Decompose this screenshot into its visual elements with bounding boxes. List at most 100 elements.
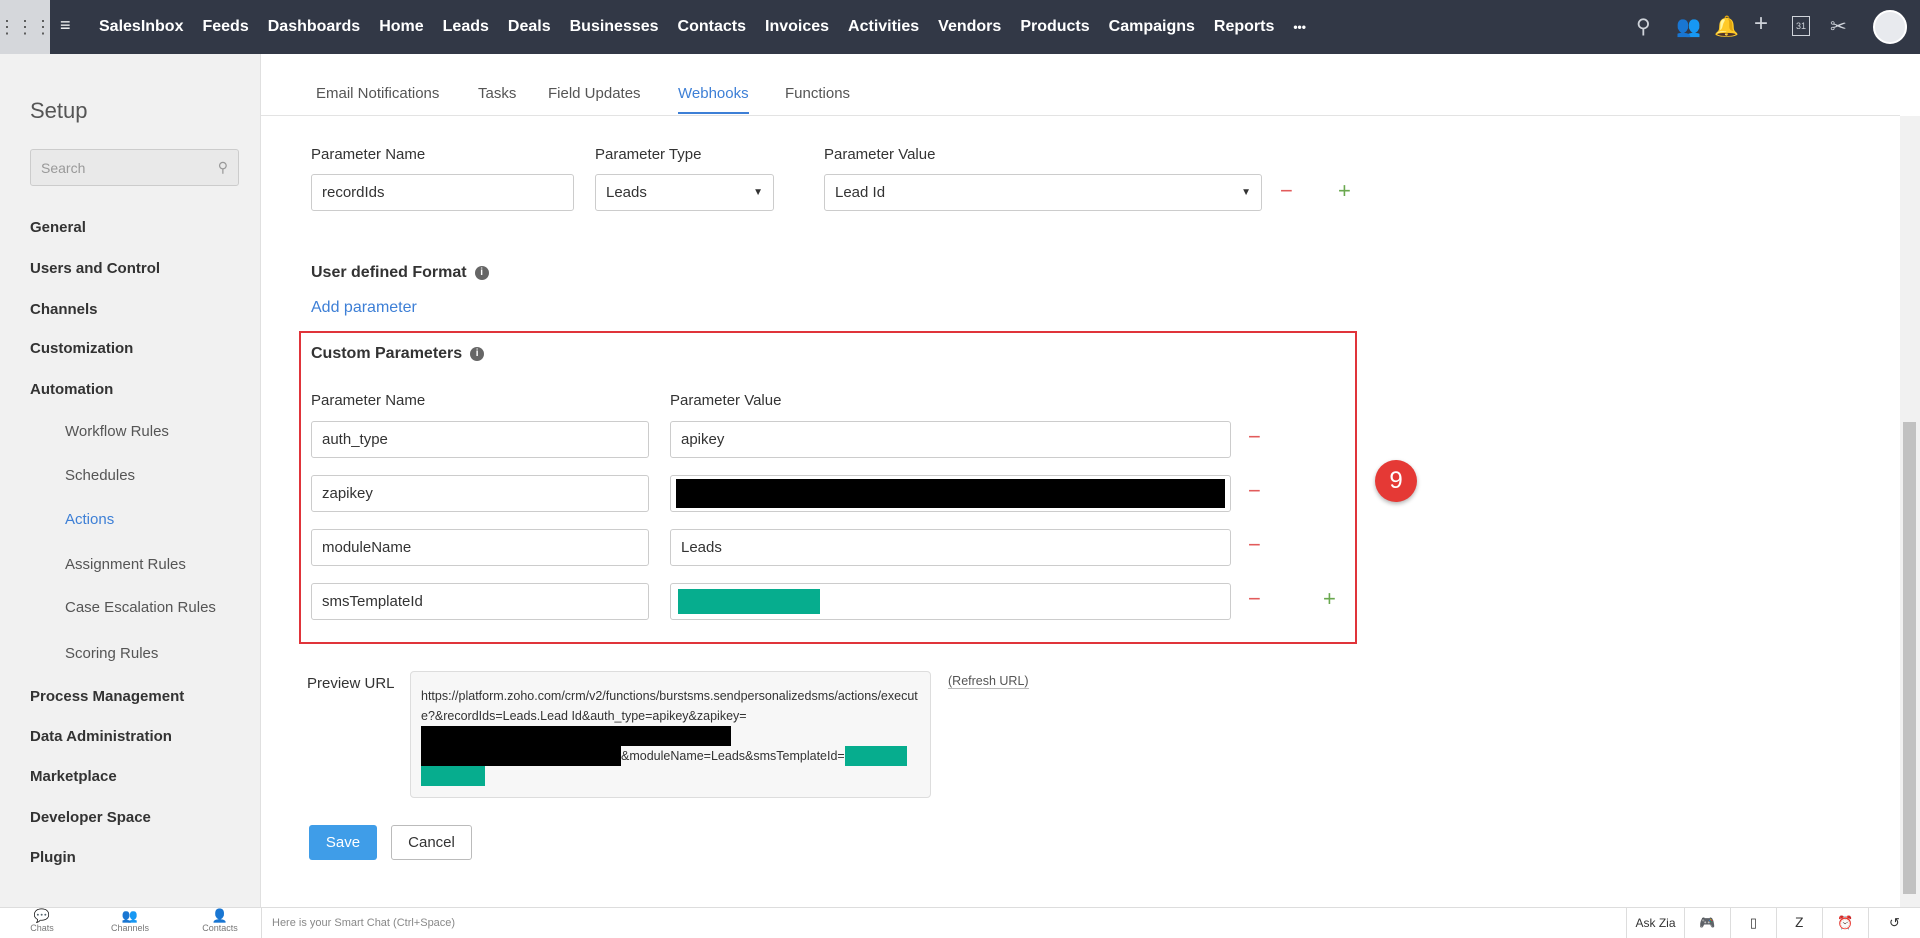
nav-vendors[interactable]: Vendors	[938, 18, 1001, 36]
nav-activities[interactable]: Activities	[848, 18, 919, 36]
scrollbar-thumb[interactable]	[1903, 422, 1916, 894]
game-icon[interactable]: 🎮	[1684, 908, 1730, 938]
tab-tasks[interactable]: Tasks	[478, 85, 516, 112]
remove-row-icon[interactable]: −	[1248, 586, 1261, 612]
nav-feeds[interactable]: Feeds	[202, 18, 248, 36]
param-type-label: Parameter Type	[595, 146, 702, 163]
sidebar-item-case-escalation[interactable]: Case Escalation Rules	[65, 599, 216, 616]
redacted-block	[678, 589, 820, 614]
custom-value-input[interactable]: Leads	[670, 529, 1231, 566]
chat-icon: 💬	[33, 908, 51, 923]
remove-row-icon[interactable]: −	[1248, 424, 1261, 450]
info-icon[interactable]: i	[470, 346, 485, 361]
nav-leads[interactable]: Leads	[443, 18, 489, 36]
smart-chat-input[interactable]: Here is your Smart Chat (Ctrl+Space)	[261, 908, 1621, 938]
alarm-icon[interactable]: ⏰	[1822, 908, 1868, 938]
hamburger-icon[interactable]: ≡	[60, 15, 71, 36]
tab-field-updates[interactable]: Field Updates	[548, 85, 641, 112]
search-placeholder: Search	[41, 159, 86, 176]
tab-webhooks[interactable]: Webhooks	[678, 85, 749, 114]
history-icon[interactable]: ↺	[1868, 908, 1920, 938]
contacts-button[interactable]: 👤 Contacts	[190, 908, 250, 934]
param-type-select[interactable]: Leads ▼	[595, 174, 774, 211]
nav-deals[interactable]: Deals	[508, 18, 551, 36]
add-param-icon[interactable]: +	[1338, 178, 1351, 204]
sidebar-item-process-management[interactable]: Process Management	[30, 688, 184, 705]
nav-reports[interactable]: Reports	[1214, 18, 1274, 36]
nav-more[interactable]: •••	[1293, 20, 1306, 34]
calendar-icon[interactable]: 31	[1792, 16, 1810, 36]
redacted-block	[421, 746, 621, 766]
nav-products[interactable]: Products	[1020, 18, 1089, 36]
param-value-label: Parameter Value	[824, 146, 936, 163]
tab-email-notifications[interactable]: Email Notifications	[316, 85, 439, 112]
custom-name-input[interactable]: auth_type	[311, 421, 649, 458]
nav-salesinbox[interactable]: SalesInbox	[99, 18, 183, 36]
nav-businesses[interactable]: Businesses	[570, 18, 659, 36]
custom-name-label: Parameter Name	[311, 392, 426, 409]
custom-value-input[interactable]: apikey	[670, 421, 1231, 458]
bottom-bar: 💬 Chats 👥 Channels 👤 Contacts Here is your …	[0, 907, 1920, 938]
custom-name-input[interactable]: smsTemplateId	[311, 583, 649, 620]
redacted-block	[421, 766, 485, 786]
save-button[interactable]: Save	[309, 825, 377, 860]
sticky-note-icon[interactable]: ▯	[1730, 908, 1776, 938]
sidebar-item-workflow-rules[interactable]: Workflow Rules	[65, 423, 169, 440]
sidebar-item-developer-space[interactable]: Developer Space	[30, 809, 151, 826]
param-name-label: Parameter Name	[311, 146, 426, 163]
bell-icon[interactable]: 🔔	[1714, 14, 1739, 39]
custom-value-input[interactable]	[670, 475, 1231, 512]
param-name-input[interactable]: recordIds	[311, 174, 574, 211]
sidebar-search-input[interactable]: Search ⚲	[30, 149, 239, 186]
chats-button[interactable]: 💬 Chats	[12, 908, 72, 934]
remove-row-icon[interactable]: −	[1248, 478, 1261, 504]
nav-home[interactable]: Home	[379, 18, 423, 36]
sidebar-item-scoring-rules[interactable]: Scoring Rules	[65, 645, 158, 662]
search-icon[interactable]: ⚲	[1636, 14, 1651, 39]
channels-label: Channels	[110, 923, 150, 933]
contacts-label: Contacts	[202, 923, 238, 933]
setup-title: Setup	[30, 98, 88, 123]
top-nav-bar: ⋮⋮⋮ ≡ SalesInbox Feeds Dashboards Home L…	[0, 0, 1920, 54]
nav-invoices[interactable]: Invoices	[765, 18, 829, 36]
sidebar-item-actions[interactable]: Actions	[65, 511, 114, 528]
channels-button[interactable]: 👥 Channels	[100, 909, 160, 934]
tools-icon[interactable]: ✂	[1830, 14, 1847, 39]
nav-contacts[interactable]: Contacts	[678, 18, 746, 36]
remove-row-icon[interactable]: −	[1248, 532, 1261, 558]
param-value-select[interactable]: Lead Id ▼	[824, 174, 1262, 211]
cancel-button[interactable]: Cancel	[391, 825, 472, 860]
preview-url-textarea[interactable]: https://platform.zoho.com/crm/v2/functio…	[410, 671, 931, 798]
custom-name-input[interactable]: zapikey	[311, 475, 649, 512]
sidebar-item-general[interactable]: General	[30, 219, 86, 236]
chats-label: Chats	[30, 923, 54, 933]
user-format-title: User defined Format	[311, 264, 467, 281]
sidebar-item-channels[interactable]: Channels	[30, 301, 98, 318]
add-parameter-link[interactable]: Add parameter	[311, 299, 417, 317]
custom-value-input[interactable]	[670, 583, 1231, 620]
add-row-icon[interactable]: +	[1323, 586, 1336, 612]
sidebar-item-assignment-rules[interactable]: Assignment Rules	[65, 556, 186, 573]
contact-icon: 👤	[211, 908, 229, 923]
sidebar-item-marketplace[interactable]: Marketplace	[30, 768, 117, 785]
custom-value-value: Leads	[681, 539, 722, 556]
users-icon[interactable]: 👥	[1676, 14, 1701, 39]
tab-functions[interactable]: Functions	[785, 85, 850, 112]
remove-param-icon[interactable]: −	[1280, 178, 1293, 204]
sidebar-item-users[interactable]: Users and Control	[30, 260, 160, 277]
ask-zia-button[interactable]: Ask Zia	[1626, 908, 1684, 938]
nav-dashboards[interactable]: Dashboards	[268, 18, 360, 36]
refresh-url-link[interactable]: (Refresh URL)	[948, 674, 1029, 689]
plus-icon[interactable]: +	[1754, 10, 1768, 38]
apps-grid-icon[interactable]: ⋮⋮⋮	[0, 0, 52, 54]
sidebar-item-data-administration[interactable]: Data Administration	[30, 728, 172, 745]
avatar[interactable]	[1873, 10, 1907, 44]
nav-campaigns[interactable]: Campaigns	[1109, 18, 1195, 36]
sidebar-item-schedules[interactable]: Schedules	[65, 467, 135, 484]
custom-name-input[interactable]: moduleName	[311, 529, 649, 566]
info-icon[interactable]: i	[474, 265, 489, 280]
sidebar-item-automation[interactable]: Automation	[30, 381, 113, 398]
translate-icon[interactable]: Ꮓ	[1776, 908, 1822, 938]
sidebar-item-plugin[interactable]: Plugin	[30, 849, 76, 866]
sidebar-item-customization[interactable]: Customization	[30, 340, 133, 357]
